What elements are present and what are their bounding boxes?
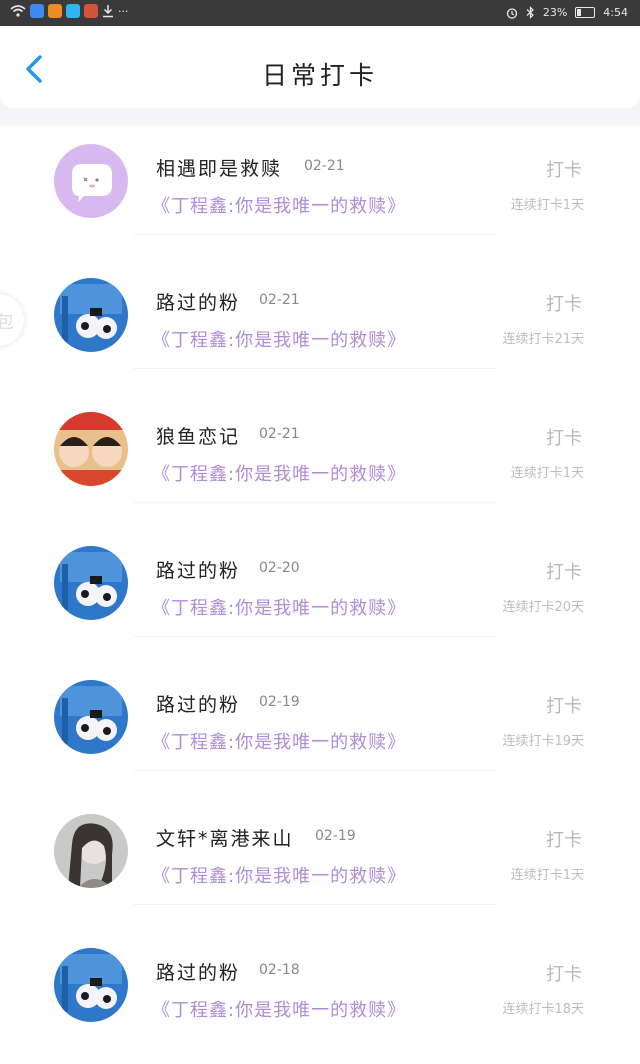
divider (134, 368, 496, 369)
checkin-list: 相遇即是救赎 02-21 《丁程鑫:你是我唯一的救赎》 打卡 连续打卡1天 路过… (0, 126, 640, 1024)
list-item: 路过的粉 02-20 《丁程鑫:你是我唯一的救赎》 打卡 连续打卡20天 (0, 528, 640, 662)
divider (134, 636, 496, 637)
checkin-date: 02-19 (315, 828, 356, 844)
page: 日常打卡 相遇即是救赎 02-21 《丁程鑫:你是我唯一的救赎》 打卡 连续打卡… (0, 26, 640, 1024)
checkin-date: 02-21 (259, 426, 300, 442)
bluetooth-icon (526, 6, 534, 19)
list-item: 路过的粉 02-18 《丁程鑫:你是我唯一的救赎》 打卡 连续打卡18天 (0, 930, 640, 1064)
checkin-title[interactable]: 《丁程鑫:你是我唯一的救赎》 (152, 996, 406, 1022)
user-name: 文轩*离港来山 (156, 828, 294, 850)
user-name: 相遇即是救赎 (156, 158, 283, 180)
avatar[interactable] (54, 814, 128, 888)
user-name: 路过的粉 (156, 560, 241, 582)
checkin-button[interactable]: 打卡 (546, 290, 582, 316)
checkin-date: 02-21 (259, 292, 300, 308)
alarm-icon (506, 7, 517, 19)
wifi-icon (10, 5, 26, 17)
checkin-date: 02-20 (259, 560, 300, 576)
list-item: 狼鱼恋记 02-21 《丁程鑫:你是我唯一的救赎》 打卡 连续打卡1天 (0, 394, 640, 528)
checkin-title[interactable]: 《丁程鑫:你是我唯一的救赎》 (152, 192, 406, 218)
checkin-date: 02-19 (259, 694, 300, 710)
streak-count: 连续打卡1天 (510, 198, 584, 213)
avatar[interactable] (54, 680, 128, 754)
floating-button-label: 包 (0, 312, 14, 333)
search-app-icon (66, 4, 80, 18)
streak-count: 连续打卡18天 (502, 1002, 584, 1017)
clock: 4:54 (603, 6, 628, 19)
battery-icon (575, 7, 596, 18)
play-app-icon (48, 4, 62, 18)
more-notifications: ··· (118, 4, 129, 18)
avatar[interactable] (54, 144, 128, 218)
game-app-icon (84, 4, 98, 18)
checkin-title[interactable]: 《丁程鑫:你是我唯一的救赎》 (152, 326, 406, 352)
user-name: 狼鱼恋记 (156, 426, 241, 448)
list-item: 文轩*离港来山 02-19 《丁程鑫:你是我唯一的救赎》 打卡 连续打卡1天 (0, 796, 640, 930)
avatar[interactable] (54, 412, 128, 486)
checkin-date: 02-21 (304, 158, 345, 174)
checkin-title[interactable]: 《丁程鑫:你是我唯一的救赎》 (152, 460, 406, 486)
status-bar-right: 23% 4:54 (506, 6, 628, 19)
divider (134, 502, 496, 503)
avatar[interactable] (54, 278, 128, 352)
list-item: 路过的粉 02-21 《丁程鑫:你是我唯一的救赎》 打卡 连续打卡21天 (0, 260, 640, 394)
status-bar: ··· 23% 4:54 (0, 0, 640, 26)
checkin-title[interactable]: 《丁程鑫:你是我唯一的救赎》 (152, 594, 406, 620)
checkin-title[interactable]: 《丁程鑫:你是我唯一的救赎》 (152, 862, 406, 888)
streak-count: 连续打卡1天 (510, 466, 584, 481)
streak-count: 连续打卡20天 (502, 600, 584, 615)
download-icon (103, 5, 113, 18)
user-name: 路过的粉 (156, 292, 241, 314)
checkin-button[interactable]: 打卡 (546, 960, 582, 986)
avatar[interactable] (54, 546, 128, 620)
status-bar-left: ··· (10, 4, 129, 18)
checkin-button[interactable]: 打卡 (546, 156, 582, 182)
battery-percent: 23% (542, 6, 568, 19)
page-title: 日常打卡 (261, 61, 378, 90)
checkin-date: 02-18 (259, 962, 300, 978)
checkin-button[interactable]: 打卡 (546, 692, 582, 718)
checkin-button[interactable]: 打卡 (546, 826, 582, 852)
user-name: 路过的粉 (156, 694, 241, 716)
checkin-button[interactable]: 打卡 (546, 558, 582, 584)
checkin-button[interactable]: 打卡 (546, 424, 582, 450)
divider (134, 904, 496, 905)
divider (134, 234, 496, 235)
user-name: 路过的粉 (156, 962, 241, 984)
streak-count: 连续打卡19天 (502, 734, 584, 749)
streak-count: 连续打卡21天 (502, 332, 584, 347)
list-item: 路过的粉 02-19 《丁程鑫:你是我唯一的救赎》 打卡 连续打卡19天 (0, 662, 640, 796)
avatar[interactable] (54, 948, 128, 1022)
header: 日常打卡 (0, 26, 640, 108)
streak-count: 连续打卡1天 (510, 868, 584, 883)
divider (134, 770, 496, 771)
shield-app-icon (30, 4, 44, 18)
list-item: 相遇即是救赎 02-21 《丁程鑫:你是我唯一的救赎》 打卡 连续打卡1天 (0, 126, 640, 260)
checkin-title[interactable]: 《丁程鑫:你是我唯一的救赎》 (152, 728, 406, 754)
